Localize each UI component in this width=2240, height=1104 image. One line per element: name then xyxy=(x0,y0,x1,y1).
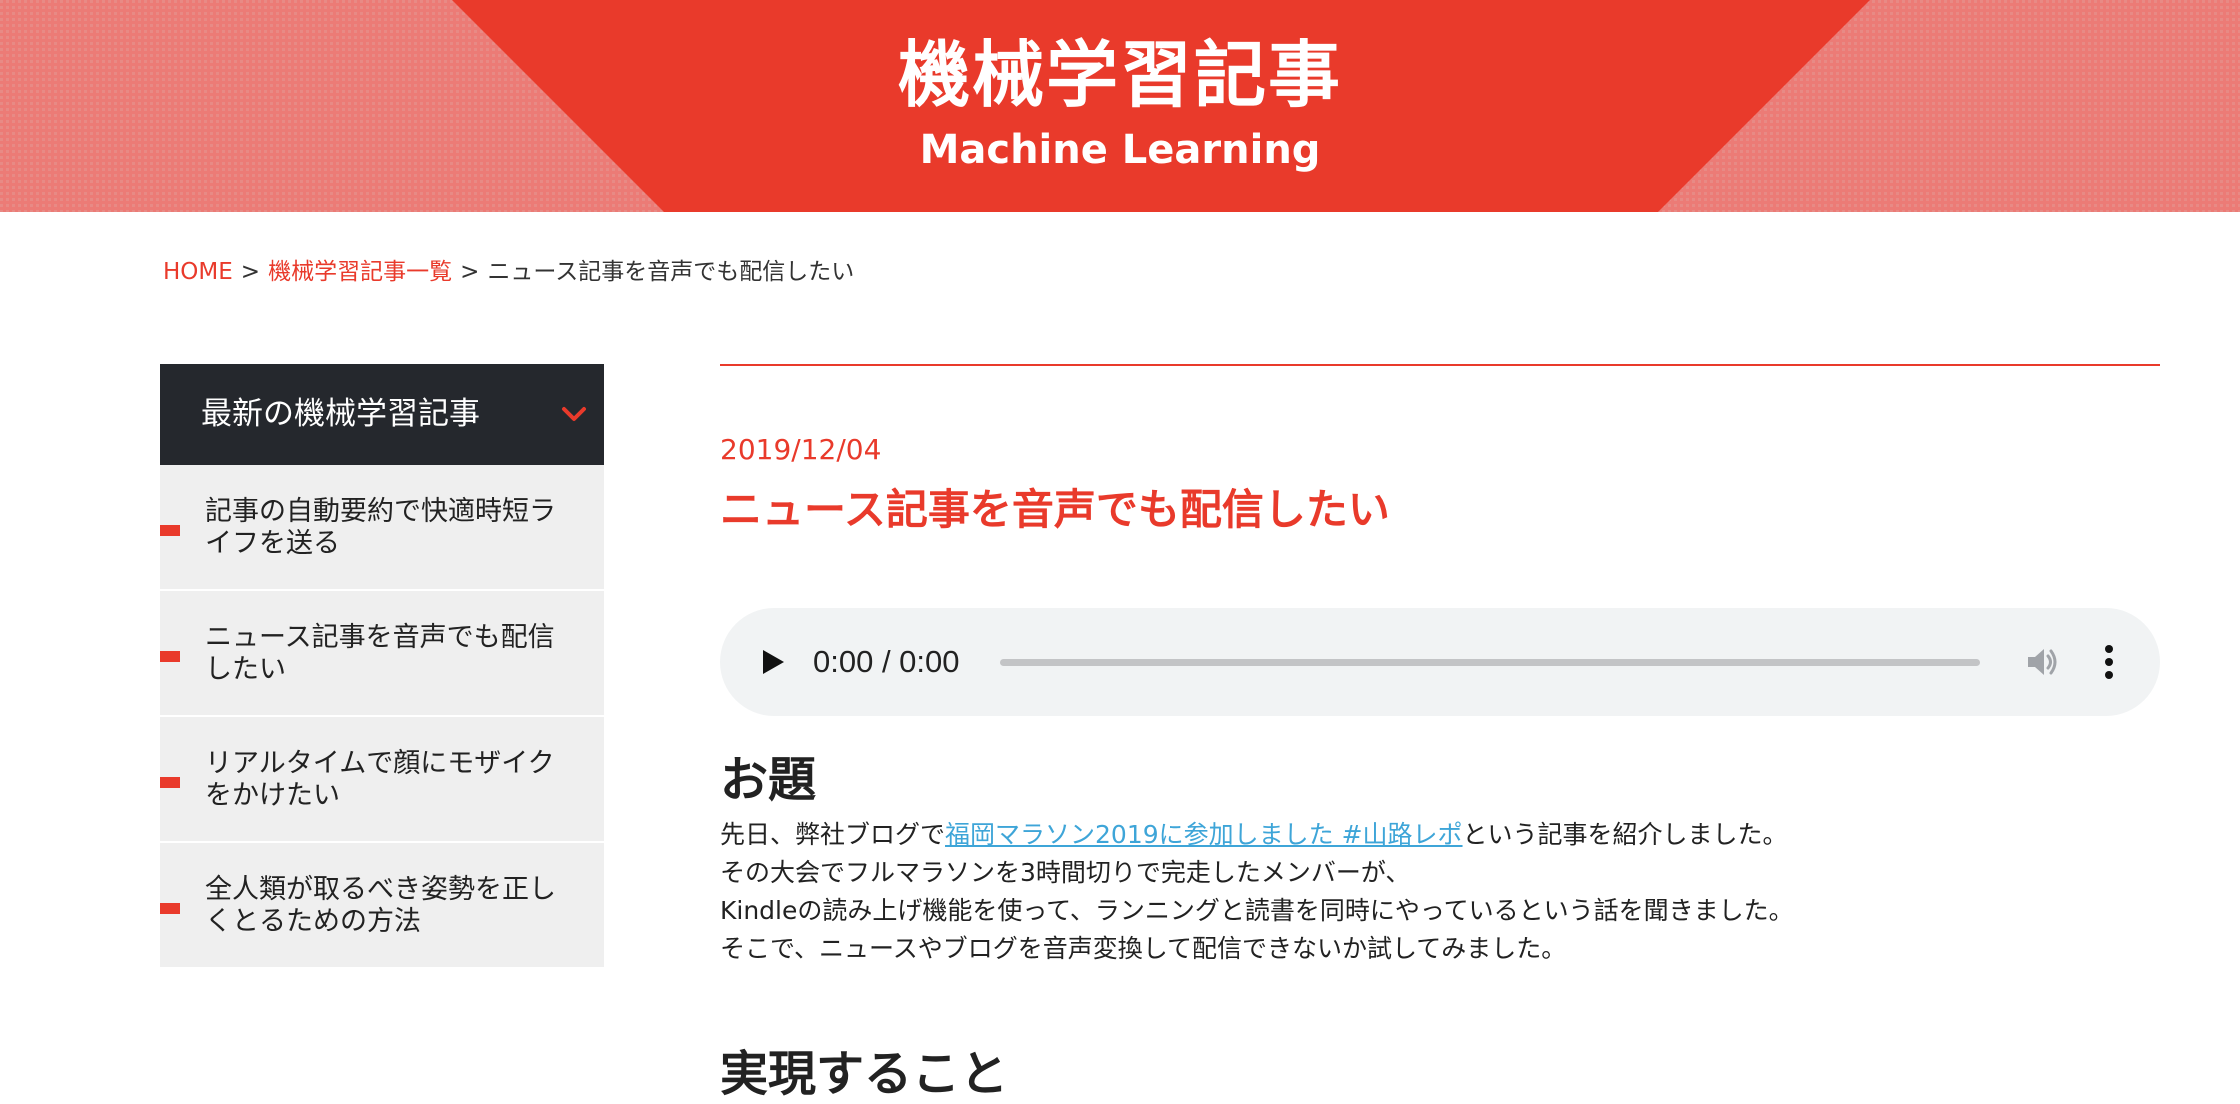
article-divider xyxy=(720,364,2160,366)
breadcrumb-home-link[interactable]: HOME xyxy=(163,259,233,285)
post-date: 2019/12/04 xyxy=(720,433,882,466)
sidebar-item-label: 記事の自動要約で快適時短ライフを送る xyxy=(205,496,556,559)
audio-progress-bar[interactable] xyxy=(1000,659,1980,666)
breadcrumb-current: ニュース記事を音声でも配信したい xyxy=(487,259,855,285)
paragraph-line: 先日、弊社ブログで福岡マラソン2019に参加しました #山路レポという記事を紹介… xyxy=(720,816,1794,854)
sidebar: 最新の機械学習記事 記事の自動要約で快適時短ライフを送る ニュース記事を音声でも… xyxy=(160,364,604,967)
sidebar-title: 最新の機械学習記事 xyxy=(201,396,480,432)
list-marker xyxy=(160,525,180,536)
paragraph-line: Kindleの読み上げ機能を使って、ランニングと読書を同時にやっているという話を… xyxy=(720,896,1794,925)
sidebar-item-face-mosaic[interactable]: リアルタイムで顔にモザイクをかけたい xyxy=(160,717,604,843)
blog-link[interactable]: 福岡マラソン2019に参加しました #山路レポ xyxy=(945,820,1463,849)
breadcrumb-separator: > xyxy=(460,259,480,285)
paragraph-text: 先日、弊社ブログで xyxy=(720,820,946,849)
volume-icon[interactable] xyxy=(2026,646,2060,678)
chevron-down-icon[interactable] xyxy=(560,402,588,426)
breadcrumb: HOME > 機械学習記事一覧 > ニュース記事を音声でも配信したい xyxy=(163,256,854,288)
sidebar-item-news-audio[interactable]: ニュース記事を音声でも配信したい xyxy=(160,591,604,717)
breadcrumb-separator: > xyxy=(240,259,261,285)
sidebar-item-label: リアルタイムで顔にモザイクをかけたい xyxy=(205,748,555,811)
header-banner: 機械学習記事 Machine Learning xyxy=(0,0,2240,212)
page-subtitle: Machine Learning xyxy=(919,127,1321,173)
list-marker xyxy=(160,651,180,662)
paragraph-text: という記事を紹介しました。 xyxy=(1462,820,1788,849)
section-heading-jitsugen: 実現すること xyxy=(720,1046,1009,1102)
sidebar-item-label: ニュース記事を音声でも配信したい xyxy=(205,622,555,685)
list-marker xyxy=(160,777,180,788)
play-icon[interactable] xyxy=(760,648,786,676)
audio-time: 0:00 / 0:00 xyxy=(813,644,960,679)
page-title: 機械学習記事 xyxy=(897,33,1342,117)
sidebar-item-summary[interactable]: 記事の自動要約で快適時短ライフを送る xyxy=(160,465,604,591)
sidebar-header[interactable]: 最新の機械学習記事 xyxy=(160,364,604,465)
breadcrumb-category-link[interactable]: 機械学習記事一覧 xyxy=(268,259,452,285)
section-heading-odai: お題 xyxy=(720,752,817,808)
sidebar-item-label: 全人類が取るべき姿勢を正しくとるための方法 xyxy=(205,874,556,937)
sidebar-item-posture[interactable]: 全人類が取るべき姿勢を正しくとるための方法 xyxy=(160,843,604,967)
list-marker xyxy=(160,903,180,914)
post-title: ニュース記事を音声でも配信したい xyxy=(720,485,1390,534)
section-paragraph: 先日、弊社ブログで福岡マラソン2019に参加しました #山路レポという記事を紹介… xyxy=(720,816,1794,968)
audio-player: 0:00 / 0:00 xyxy=(720,608,2160,716)
paragraph-line: そこで、ニュースやブログを音声変換して配信できないか試してみました。 xyxy=(720,934,1567,963)
paragraph-line: その大会でフルマラソンを3時間切りで完走したメンバーが、 xyxy=(720,858,1411,887)
more-vert-icon[interactable] xyxy=(2104,644,2114,680)
